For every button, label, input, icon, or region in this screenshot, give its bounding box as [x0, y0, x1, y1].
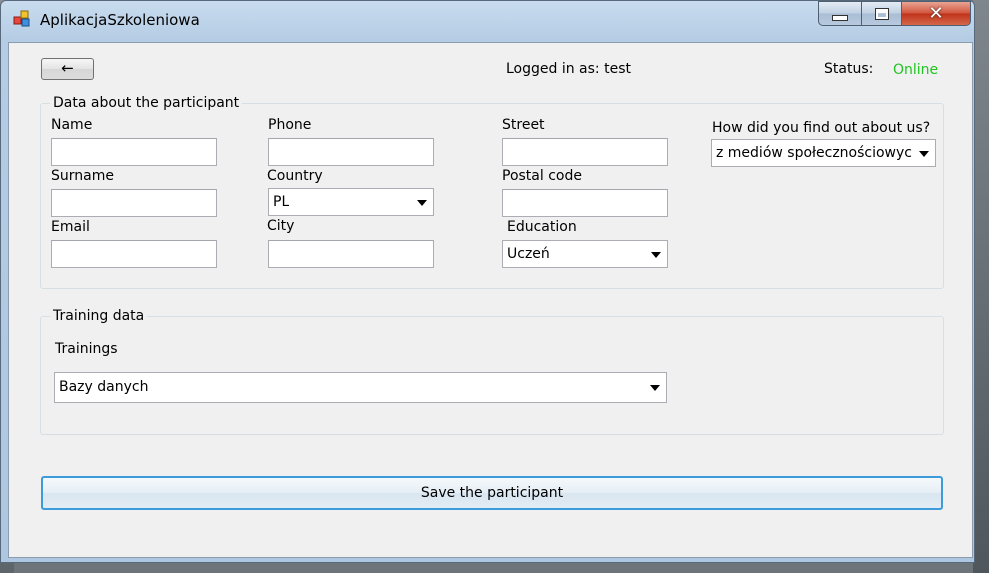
participant-group-title: Data about the participant — [50, 95, 243, 112]
surname-label: Surname — [51, 168, 114, 184]
app-icon — [13, 10, 30, 27]
save-participant-button[interactable]: Save the participant — [41, 476, 943, 510]
street-label: Street — [502, 117, 545, 133]
education-select[interactable]: Uczeń — [502, 240, 668, 268]
education-label: Education — [507, 219, 577, 235]
source-select-value: z mediów społecznościowych — [716, 145, 912, 161]
dropdown-arrow-icon — [417, 200, 427, 206]
window-title: AplikacjaSzkoleniowa — [40, 11, 200, 29]
dropdown-arrow-icon — [650, 385, 660, 391]
maximize-icon — [875, 8, 888, 19]
email-label: Email — [51, 219, 90, 235]
status-value: Online — [893, 62, 939, 78]
logged-in-label: Logged in as: test — [506, 61, 631, 77]
close-button[interactable]: ✕ — [901, 1, 971, 26]
trainings-select-value: Bazy danych — [59, 379, 149, 395]
phone-label: Phone — [268, 117, 312, 133]
country-select-value: PL — [273, 194, 290, 210]
surname-field[interactable] — [51, 189, 217, 217]
training-group-title: Training data — [50, 308, 148, 325]
source-select[interactable]: z mediów społecznościowych — [711, 139, 936, 167]
desktop-background-right — [973, 0, 989, 573]
back-button[interactable]: ← — [41, 58, 94, 80]
education-select-value: Uczeń — [507, 246, 550, 262]
name-label: Name — [51, 117, 93, 133]
country-label: Country — [267, 168, 323, 184]
postal-code-label: Postal code — [502, 168, 582, 184]
phone-field[interactable] — [268, 138, 434, 166]
close-icon: ✕ — [928, 2, 944, 24]
city-field[interactable] — [268, 240, 434, 268]
source-label: How did you find out about us? — [712, 120, 931, 136]
email-field[interactable] — [51, 240, 217, 268]
city-label: City — [267, 218, 295, 234]
status-label: Status: — [824, 61, 874, 77]
trainings-select[interactable]: Bazy danych — [54, 372, 667, 403]
title-bar[interactable]: AplikacjaSzkoleniowa ✕ — [1, 1, 976, 35]
minimize-button[interactable] — [818, 1, 862, 26]
street-field[interactable] — [502, 138, 668, 166]
minimize-icon — [832, 14, 848, 21]
trainings-label: Trainings — [55, 341, 118, 357]
country-select[interactable]: PL — [268, 188, 434, 216]
dropdown-arrow-icon — [651, 252, 661, 258]
maximize-button[interactable] — [861, 1, 902, 26]
name-field[interactable] — [51, 138, 217, 166]
postal-code-field[interactable] — [502, 189, 668, 217]
dropdown-arrow-icon — [919, 151, 929, 157]
